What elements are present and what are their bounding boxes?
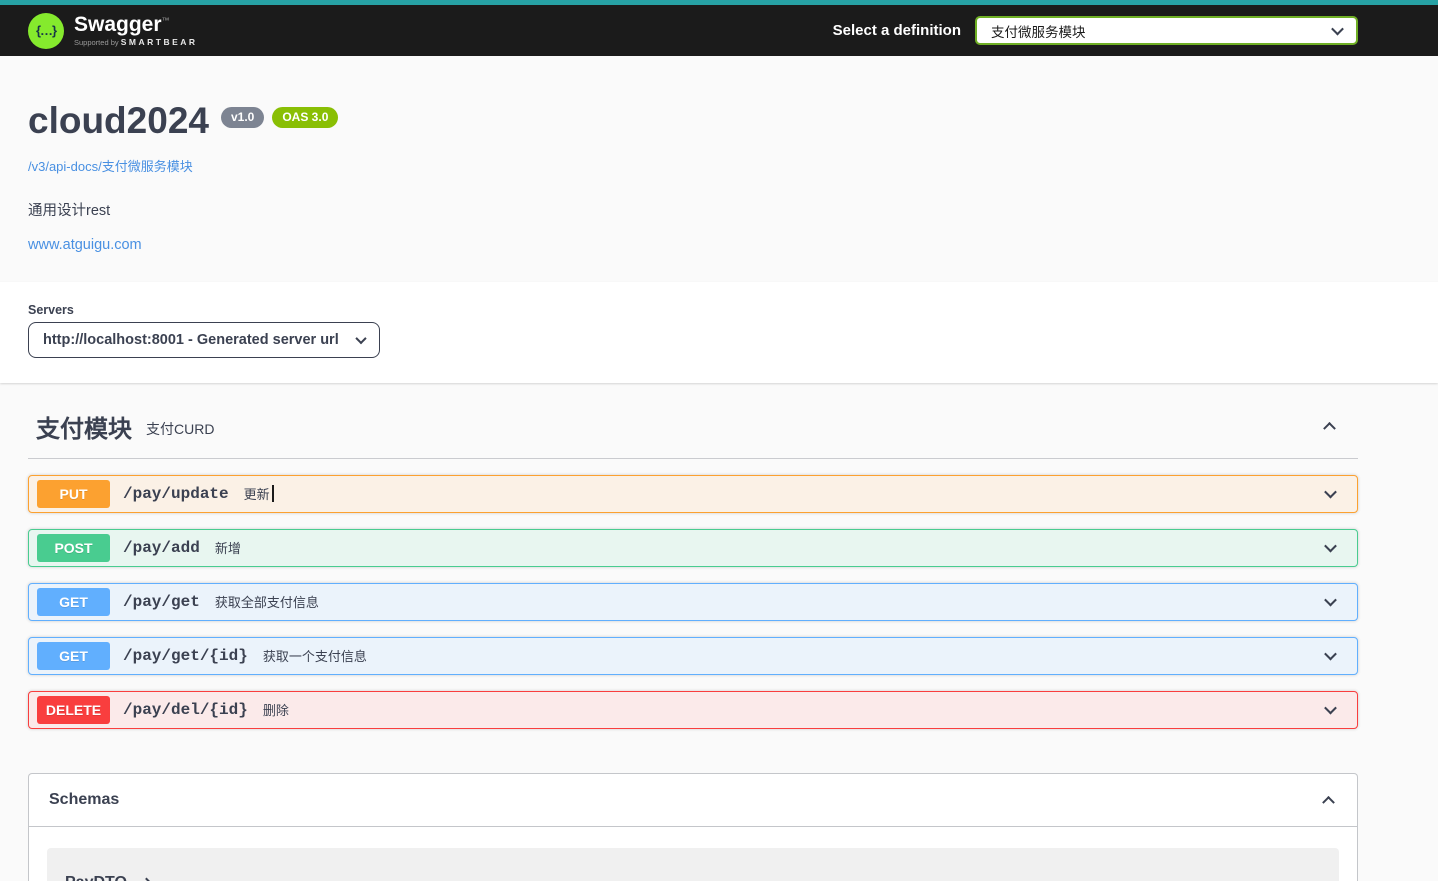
- server-selected-value: http://localhost:8001 - Generated server…: [43, 331, 339, 348]
- brand-name: Swagger™: [74, 12, 170, 36]
- model-paydto[interactable]: PayDTO: [47, 847, 1339, 881]
- chevron-down-icon: [1324, 539, 1337, 553]
- schemas-title: Schemas: [49, 790, 120, 808]
- servers-label: Servers: [28, 302, 74, 317]
- chevron-up-icon: [1323, 422, 1336, 436]
- api-description: 通用设计rest: [28, 202, 111, 219]
- definition-select[interactable]: 支付微服务模块: [975, 16, 1358, 45]
- tag-title: 支付模块: [36, 415, 132, 443]
- model-name: PayDTO: [65, 874, 127, 881]
- method-badge-get: GET: [37, 641, 110, 670]
- topbar: {…} Swagger™ Supported by SMARTBEAR Sele…: [0, 5, 1438, 56]
- op-summary: 新增: [214, 541, 241, 557]
- method-badge-post: POST: [37, 533, 110, 562]
- chevron-down-icon: [1324, 701, 1337, 715]
- op-path: /pay/del/{id}: [123, 700, 248, 719]
- op-path: /pay/add: [123, 538, 200, 557]
- swagger-braces-icon: {…}: [28, 12, 64, 49]
- expand-operation-button[interactable]: [1322, 481, 1339, 507]
- method-badge-put: PUT: [37, 479, 110, 508]
- op-path: /pay/get/{id}: [123, 646, 248, 665]
- tag-section-pay: 支付模块 支付CURD PUT /pay/update 更新 POST /pay…: [28, 409, 1358, 729]
- swagger-logo[interactable]: {…} Swagger™ Supported by SMARTBEAR: [28, 12, 198, 49]
- method-badge-get: GET: [37, 587, 110, 616]
- schemas-section: Schemas PayDTO: [28, 772, 1358, 881]
- collapse-schemas-button[interactable]: [1320, 787, 1337, 813]
- trademark-symbol: ™: [161, 15, 170, 25]
- api-info-section: cloud2024 v1.0 OAS 3.0 /v3/api-docs/支付微服…: [0, 100, 1438, 254]
- oas-badge: OAS 3.0: [272, 107, 339, 128]
- chevron-down-icon: [1324, 485, 1337, 499]
- op-summary: 获取全部支付信息: [214, 595, 319, 611]
- chevron-down-icon: [1324, 593, 1337, 607]
- expand-operation-button[interactable]: [1322, 643, 1339, 669]
- schemas-header[interactable]: Schemas: [29, 774, 1357, 827]
- scheme-container: Servers http://localhost:8001 - Generate…: [0, 281, 1438, 383]
- version-badge: v1.0: [220, 107, 265, 128]
- opblock-delete-pay-del-id[interactable]: DELETE /pay/del/{id} 删除: [28, 690, 1358, 729]
- servers-select[interactable]: http://localhost:8001 - Generated server…: [28, 321, 380, 358]
- api-title: cloud2024: [28, 100, 209, 141]
- op-summary: 更新: [243, 487, 270, 503]
- expand-operation-button[interactable]: [1322, 535, 1339, 561]
- external-docs-link[interactable]: www.atguigu.com: [28, 237, 142, 253]
- op-summary: 获取一个支付信息: [262, 649, 367, 665]
- op-path: /pay/update: [123, 484, 229, 503]
- chevron-down-icon: [355, 332, 367, 345]
- opblock-get-pay-get[interactable]: GET /pay/get 获取全部支付信息: [28, 582, 1358, 621]
- op-path: /pay/get: [123, 592, 200, 611]
- collapse-section-button[interactable]: [1321, 413, 1338, 439]
- method-badge-delete: DELETE: [37, 695, 110, 724]
- chevron-up-icon: [1322, 795, 1335, 809]
- expand-operation-button[interactable]: [1322, 589, 1339, 615]
- expand-operation-button[interactable]: [1322, 697, 1339, 723]
- op-summary: 删除: [262, 703, 289, 719]
- main-content: 支付模块 支付CURD PUT /pay/update 更新 POST /pay…: [28, 409, 1358, 881]
- text-caret: [271, 485, 274, 503]
- tag-description: 支付CURD: [146, 421, 215, 438]
- chevron-down-icon: [1324, 647, 1337, 661]
- select-definition-label: Select a definition: [832, 22, 961, 39]
- opblock-get-pay-get-id[interactable]: GET /pay/get/{id} 获取一个支付信息: [28, 636, 1358, 675]
- definition-selected-value: 支付微服务模块: [991, 24, 1086, 40]
- opblock-put-pay-update[interactable]: PUT /pay/update 更新: [28, 474, 1358, 513]
- opblock-post-pay-add[interactable]: POST /pay/add 新增: [28, 528, 1358, 567]
- supported-by-smartbear: Supported by SMARTBEAR: [74, 37, 198, 48]
- tag-header[interactable]: 支付模块 支付CURD: [28, 409, 1358, 459]
- spec-json-link[interactable]: /v3/api-docs/支付微服务模块: [28, 156, 193, 175]
- chevron-down-icon: [1331, 22, 1344, 36]
